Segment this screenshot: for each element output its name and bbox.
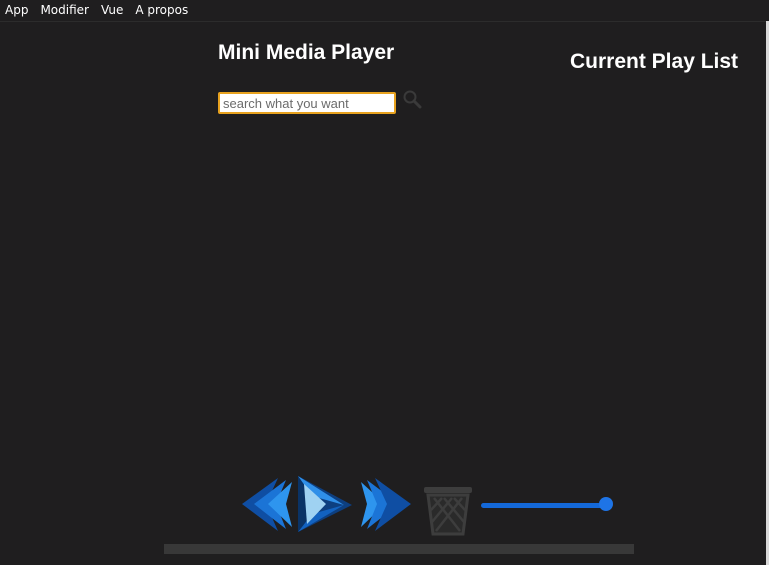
menu-a-propos[interactable]: A propos	[129, 0, 194, 21]
trash-icon	[424, 487, 472, 536]
volume-slider[interactable]	[481, 497, 613, 513]
previous-button[interactable]	[242, 476, 292, 533]
play-icon	[298, 476, 352, 532]
previous-icon	[242, 478, 292, 531]
app-title: Mini Media Player	[218, 41, 395, 64]
menu-modifier[interactable]: Modifier	[34, 0, 95, 21]
search-icon[interactable]	[402, 89, 422, 109]
menu-bar: App Modifier Vue A propos	[0, 0, 769, 22]
volume-track	[481, 503, 606, 508]
play-button[interactable]	[296, 474, 352, 534]
next-icon	[361, 478, 411, 531]
menu-vue[interactable]: Vue	[95, 0, 129, 21]
volume-knob[interactable]	[599, 497, 613, 511]
trash-button[interactable]	[422, 484, 474, 536]
menu-app[interactable]: App	[0, 0, 34, 21]
next-button[interactable]	[361, 476, 411, 533]
search-input[interactable]	[218, 92, 396, 114]
playlist-title: Current Play List	[570, 50, 739, 73]
seek-bar[interactable]	[164, 544, 634, 554]
